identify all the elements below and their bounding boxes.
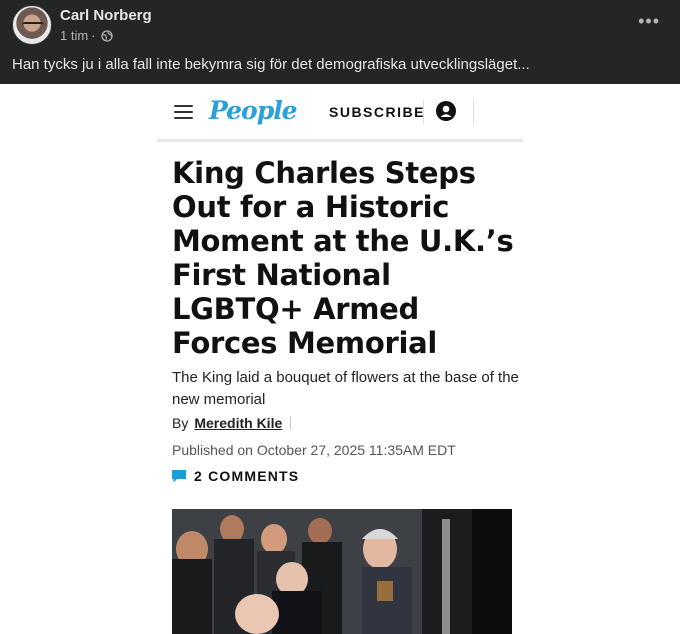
post-meta: 1 tim ·: [60, 28, 113, 43]
people-logo[interactable]: People: [209, 96, 298, 125]
post-author[interactable]: Carl Norberg: [60, 7, 152, 24]
article-dek: The King laid a bouquet of flowers at th…: [172, 369, 519, 408]
author-link[interactable]: Meredith Kile: [194, 415, 282, 431]
article-photo[interactable]: [172, 509, 512, 634]
header-divider: [423, 100, 424, 124]
publish-date: Published on October 27, 2025 11:35AM ED…: [172, 442, 456, 458]
post-header: Carl Norberg 1 tim · ••• Han tycks ju i …: [0, 0, 680, 84]
article-screenshot[interactable]: People SUBSCRIBE King Charles Steps Out …: [0, 84, 680, 634]
header-divider-right: [473, 100, 474, 124]
by-label: By: [172, 415, 189, 431]
meta-separator: ·: [91, 28, 96, 43]
comment-icon: [172, 469, 186, 482]
site-header: People SUBSCRIBE: [157, 84, 523, 142]
subscribe-button[interactable]: SUBSCRIBE: [329, 104, 425, 120]
byline-divider: [290, 416, 292, 430]
photo-scene: [172, 509, 512, 634]
user-icon[interactable]: [436, 101, 456, 121]
comments-link[interactable]: 2 COMMENTS: [172, 468, 299, 484]
avatar[interactable]: [12, 5, 52, 45]
article-headline: King Charles Steps Out for a Historic Mo…: [172, 156, 514, 360]
post-text: Han tycks ju i alla fall inte bekymra si…: [12, 56, 530, 73]
byline: By Meredith Kile: [172, 415, 292, 431]
menu-icon[interactable]: [174, 105, 193, 119]
post-time[interactable]: 1 tim: [60, 28, 88, 43]
comments-label: 2 COMMENTS: [194, 468, 300, 484]
more-options-icon[interactable]: •••: [638, 12, 660, 30]
globe-icon: [100, 29, 113, 42]
